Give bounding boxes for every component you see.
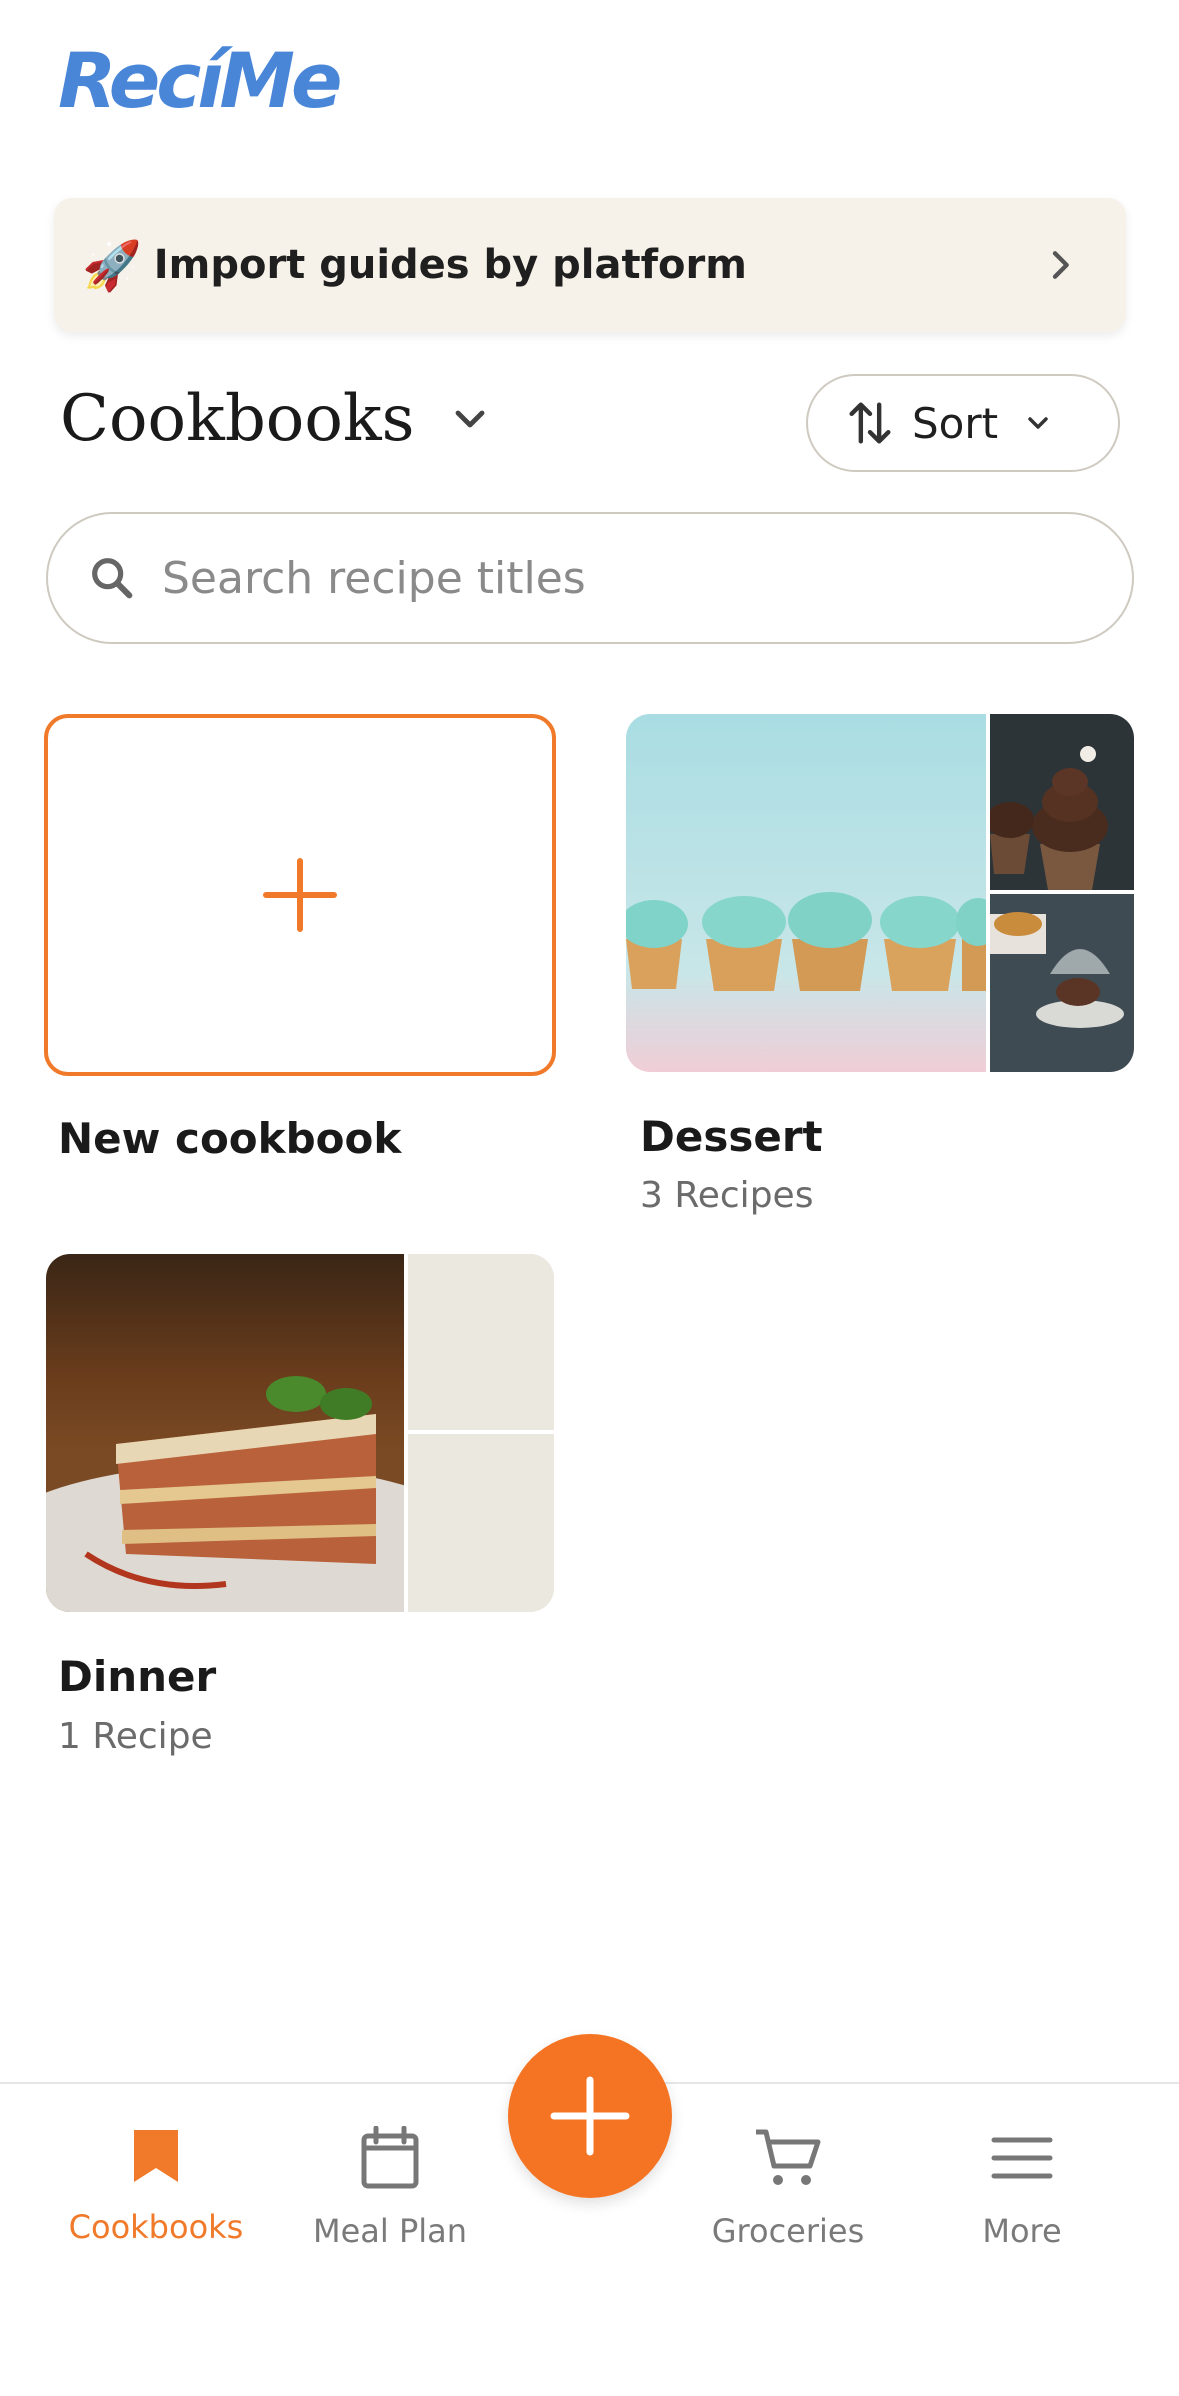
cupcakes-image — [626, 714, 986, 1072]
nav-item-label: Meal Plan — [312, 2212, 468, 2250]
new-cookbook-card[interactable] — [44, 714, 556, 1076]
add-recipe-button[interactable] — [508, 2034, 672, 2198]
nav-item-label: Groceries — [711, 2212, 865, 2250]
lasagna-image — [46, 1254, 406, 1612]
empty-slot-top — [408, 1254, 554, 1430]
empty-slot-bottom — [408, 1434, 554, 1612]
app-logo: RecíMe — [58, 36, 343, 125]
cookbook-recipe-count: 1 Recipe — [58, 1716, 213, 1757]
plus-icon — [263, 858, 337, 932]
chevron-right-icon — [1052, 251, 1069, 279]
sort-button[interactable]: Sort — [806, 374, 1120, 472]
cookbook-title: Dinner — [58, 1652, 217, 1701]
nav-item-cookbooks[interactable]: Cookbooks — [46, 2126, 266, 2246]
cookbook-recipe-count: 3 Recipes — [640, 1175, 814, 1216]
chevron-down-icon — [456, 410, 485, 428]
import-guides-label: Import guides by platform — [153, 242, 747, 288]
search-input[interactable] — [162, 552, 1062, 604]
dessert-stand-image — [990, 894, 1134, 1072]
nav-item-more[interactable]: More — [912, 2126, 1132, 2250]
search-bar[interactable] — [46, 512, 1134, 644]
page-title: Cookbooks — [60, 382, 415, 456]
cookbook-card-dinner[interactable] — [46, 1254, 554, 1612]
import-guides-banner[interactable]: 🚀 Import guides by platform — [54, 198, 1126, 332]
calendar-icon — [361, 2126, 419, 2189]
nav-item-label: More — [982, 2212, 1062, 2250]
cookbooks-header[interactable]: Cookbooks — [60, 382, 494, 456]
cart-icon — [756, 2129, 821, 2185]
cookbook-card-dessert[interactable] — [626, 714, 1134, 1072]
nav-item-meal-plan[interactable]: Meal Plan — [280, 2126, 500, 2250]
bookmark-icon — [134, 2130, 178, 2182]
new-cookbook-label: New cookbook — [58, 1114, 402, 1163]
rocket-icon: 🚀 — [82, 237, 142, 294]
chevron-down-icon — [1028, 417, 1048, 429]
nav-item-groceries[interactable]: Groceries — [678, 2126, 898, 2250]
plus-icon — [550, 2076, 630, 2156]
nav-item-label: Cookbooks — [68, 2208, 244, 2246]
collage-divider — [408, 1430, 554, 1434]
menu-icon — [991, 2137, 1053, 2179]
search-icon — [92, 558, 133, 599]
sort-arrows-icon — [849, 402, 891, 444]
chocolate-cupcakes-image — [990, 714, 1134, 890]
sort-label: Sort — [912, 398, 999, 448]
cookbook-title: Dessert — [640, 1112, 823, 1161]
